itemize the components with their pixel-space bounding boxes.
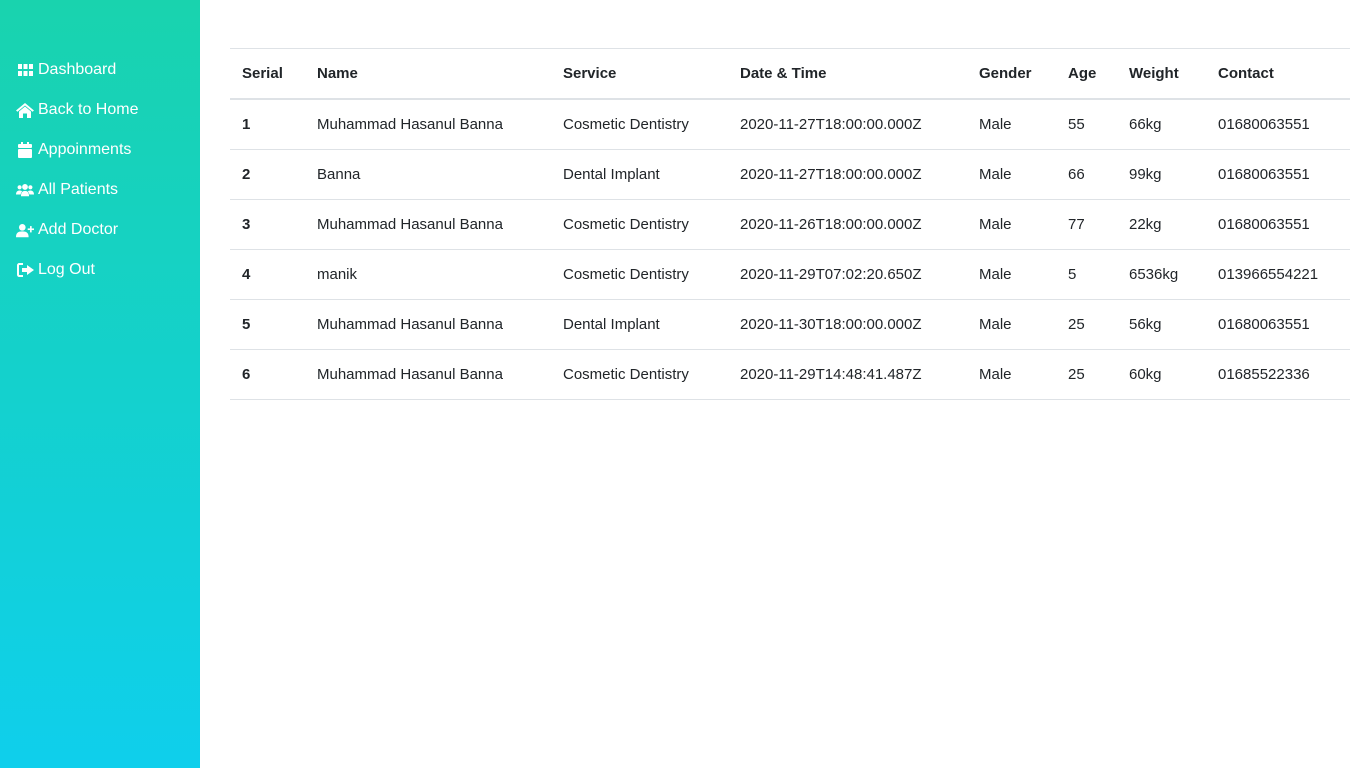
cell-age: 55 — [1056, 99, 1117, 150]
cell-serial: 2 — [230, 149, 305, 200]
appointments-table: Serial Name Service Date & Time Gender A… — [230, 48, 1350, 400]
sidebar-item-all-patients[interactable]: All Patients — [16, 170, 138, 210]
sidebar-item-label: All Patients — [38, 181, 119, 198]
main-content: Serial Name Service Date & Time Gender A… — [230, 48, 1350, 400]
column-header-serial: Serial — [230, 48, 305, 100]
sidebar-item-add-doctor[interactable]: Add Doctor — [16, 210, 138, 250]
cell-service: Cosmetic Dentistry — [551, 249, 728, 300]
cell-gender: Male — [967, 249, 1056, 300]
table-row: 6 Muhammad Hasanul Banna Cosmetic Dentis… — [230, 349, 1350, 400]
cell-date-time: 2020-11-29T07:02:20.650Z — [728, 249, 967, 300]
sidebar-item-label: Dashboard — [38, 61, 117, 78]
cell-date-time: 2020-11-27T18:00:00.000Z — [728, 99, 967, 150]
table-row: 1 Muhammad Hasanul Banna Cosmetic Dentis… — [230, 99, 1350, 150]
cell-name: Muhammad Hasanul Banna — [305, 99, 551, 150]
cell-contact: 01685522336 — [1206, 349, 1350, 400]
app-layout: Dashboard Back to Home Appoinments All P… — [0, 0, 1366, 768]
user-plus-icon — [16, 221, 34, 239]
sidebar-nav: Dashboard Back to Home Appoinments All P… — [16, 50, 138, 290]
cell-name: Muhammad Hasanul Banna — [305, 199, 551, 250]
sidebar-item-dashboard[interactable]: Dashboard — [16, 50, 138, 90]
cell-name: manik — [305, 249, 551, 300]
cell-name: Muhammad Hasanul Banna — [305, 349, 551, 400]
cell-weight: 66kg — [1117, 99, 1206, 150]
cell-serial: 5 — [230, 299, 305, 350]
column-header-name: Name — [305, 48, 551, 100]
cell-age: 66 — [1056, 149, 1117, 200]
cell-contact: 01680063551 — [1206, 299, 1350, 350]
home-icon — [16, 101, 34, 119]
cell-weight: 60kg — [1117, 349, 1206, 400]
column-header-service: Service — [551, 48, 728, 100]
table-row: 5 Muhammad Hasanul Banna Dental Implant … — [230, 299, 1350, 350]
column-header-weight: Weight — [1117, 48, 1206, 100]
cell-service: Cosmetic Dentistry — [551, 199, 728, 250]
cell-date-time: 2020-11-26T18:00:00.000Z — [728, 199, 967, 250]
table-row: 2 Banna Dental Implant 2020-11-27T18:00:… — [230, 149, 1350, 200]
cell-gender: Male — [967, 149, 1056, 200]
cell-weight: 99kg — [1117, 149, 1206, 200]
sidebar-item-label: Back to Home — [38, 101, 139, 118]
cell-name: Muhammad Hasanul Banna — [305, 299, 551, 350]
column-header-gender: Gender — [967, 48, 1056, 100]
column-header-age: Age — [1056, 48, 1117, 100]
calendar-icon — [16, 141, 34, 159]
users-icon — [16, 181, 34, 199]
cell-contact: 01680063551 — [1206, 149, 1350, 200]
sign-out-icon — [16, 261, 34, 279]
table-body: 1 Muhammad Hasanul Banna Cosmetic Dentis… — [230, 99, 1350, 400]
table-row: 3 Muhammad Hasanul Banna Cosmetic Dentis… — [230, 199, 1350, 250]
table-header-row: Serial Name Service Date & Time Gender A… — [230, 48, 1350, 100]
cell-age: 5 — [1056, 249, 1117, 300]
cell-serial: 4 — [230, 249, 305, 300]
cell-weight: 6536kg — [1117, 249, 1206, 300]
cell-service: Dental Implant — [551, 299, 728, 350]
sidebar-item-back-to-home[interactable]: Back to Home — [16, 90, 138, 130]
sidebar-item-label: Add Doctor — [38, 221, 119, 238]
cell-serial: 1 — [230, 99, 305, 150]
cell-gender: Male — [967, 349, 1056, 400]
sidebar-item-log-out[interactable]: Log Out — [16, 250, 138, 290]
sidebar-item-appointments[interactable]: Appoinments — [16, 130, 138, 170]
cell-gender: Male — [967, 299, 1056, 350]
cell-gender: Male — [967, 99, 1056, 150]
cell-date-time: 2020-11-30T18:00:00.000Z — [728, 299, 967, 350]
grid-icon — [16, 61, 34, 79]
cell-name: Banna — [305, 149, 551, 200]
cell-weight: 56kg — [1117, 299, 1206, 350]
sidebar-item-label: Appoinments — [38, 141, 132, 158]
column-header-date-time: Date & Time — [728, 48, 967, 100]
cell-service: Cosmetic Dentistry — [551, 99, 728, 150]
cell-service: Cosmetic Dentistry — [551, 349, 728, 400]
cell-contact: 01680063551 — [1206, 99, 1350, 150]
cell-age: 25 — [1056, 299, 1117, 350]
column-header-contact: Contact — [1206, 48, 1350, 100]
cell-age: 25 — [1056, 349, 1117, 400]
cell-service: Dental Implant — [551, 149, 728, 200]
sidebar: Dashboard Back to Home Appoinments All P… — [0, 0, 200, 768]
cell-weight: 22kg — [1117, 199, 1206, 250]
sidebar-item-label: Log Out — [38, 261, 95, 278]
table-header: Serial Name Service Date & Time Gender A… — [230, 48, 1350, 100]
cell-date-time: 2020-11-27T18:00:00.000Z — [728, 149, 967, 200]
cell-serial: 6 — [230, 349, 305, 400]
cell-contact: 013966554221 — [1206, 249, 1350, 300]
cell-contact: 01680063551 — [1206, 199, 1350, 250]
cell-date-time: 2020-11-29T14:48:41.487Z — [728, 349, 967, 400]
cell-age: 77 — [1056, 199, 1117, 250]
table-row: 4 manik Cosmetic Dentistry 2020-11-29T07… — [230, 249, 1350, 300]
cell-serial: 3 — [230, 199, 305, 250]
cell-gender: Male — [967, 199, 1056, 250]
